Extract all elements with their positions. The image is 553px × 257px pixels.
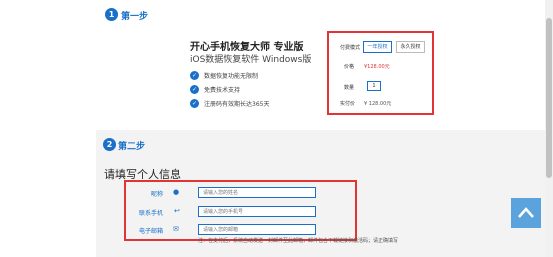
scrollbar-thumb[interactable] [546, 18, 552, 178]
phone-icon: ↩ [174, 207, 180, 215]
step1-section [96, 0, 551, 128]
feature-label: 免费技术支持 [204, 87, 241, 94]
page-scrollbar[interactable] [545, 0, 553, 257]
plan-lifetime-button[interactable]: 永久授权 [396, 41, 425, 53]
quantity-input[interactable]: 1 [367, 81, 381, 91]
feature-item: ✓ 注册码有效期长达365天 [190, 99, 269, 108]
check-icon: ✓ [190, 99, 199, 108]
feature-item: ✓ 数据恢复功能无限制 [190, 71, 258, 80]
mail-icon: ✉ [173, 225, 179, 233]
email-note: 注：在支付后，系统自动发送一封邮件至此邮箱，邮件包含下载链接和激活码；请正确填写 [198, 238, 399, 244]
name-input[interactable] [198, 187, 316, 198]
email-input[interactable] [198, 224, 316, 235]
price-label: 价格 [344, 64, 355, 70]
feature-label: 数据恢复功能无限制 [204, 73, 259, 80]
step1-title: 第一步 [121, 12, 149, 22]
plan-one-year-button[interactable]: 一年授权 [363, 41, 392, 53]
check-icon: ✓ [190, 85, 199, 94]
quantity-label: 数量 [344, 85, 355, 91]
person-icon: ● [173, 188, 180, 196]
phone-label: 联系手机 [138, 210, 163, 217]
name-label: 昵称 [150, 191, 163, 198]
email-label: 电子邮箱 [138, 228, 163, 235]
plan-label: 付费模式 [340, 45, 361, 51]
price-value: ¥128.00元 [364, 64, 390, 70]
paid-label: 实付价 [340, 101, 356, 107]
step2-number: 2 [103, 138, 116, 151]
chevron-up-icon [518, 207, 534, 218]
product-title: 开心手机恢复大师 专业版 [190, 42, 304, 53]
product-subtitle: iOS数据恢复软件 Windows版 [190, 55, 312, 65]
paid-value: ¥ 128.00元 [364, 101, 392, 107]
step1-number: 1 [105, 8, 118, 21]
check-icon: ✓ [190, 71, 199, 80]
phone-input[interactable] [198, 206, 316, 217]
feature-item: ✓ 免费技术支持 [190, 85, 240, 94]
step2-title: 第二步 [118, 142, 146, 152]
feature-label: 注册码有效期长达365天 [204, 101, 270, 108]
page: 1 第一步 开心手机恢复大师 专业版 iOS数据恢复软件 Windows版 ✓ … [0, 0, 551, 257]
back-to-top-button[interactable] [511, 198, 541, 228]
